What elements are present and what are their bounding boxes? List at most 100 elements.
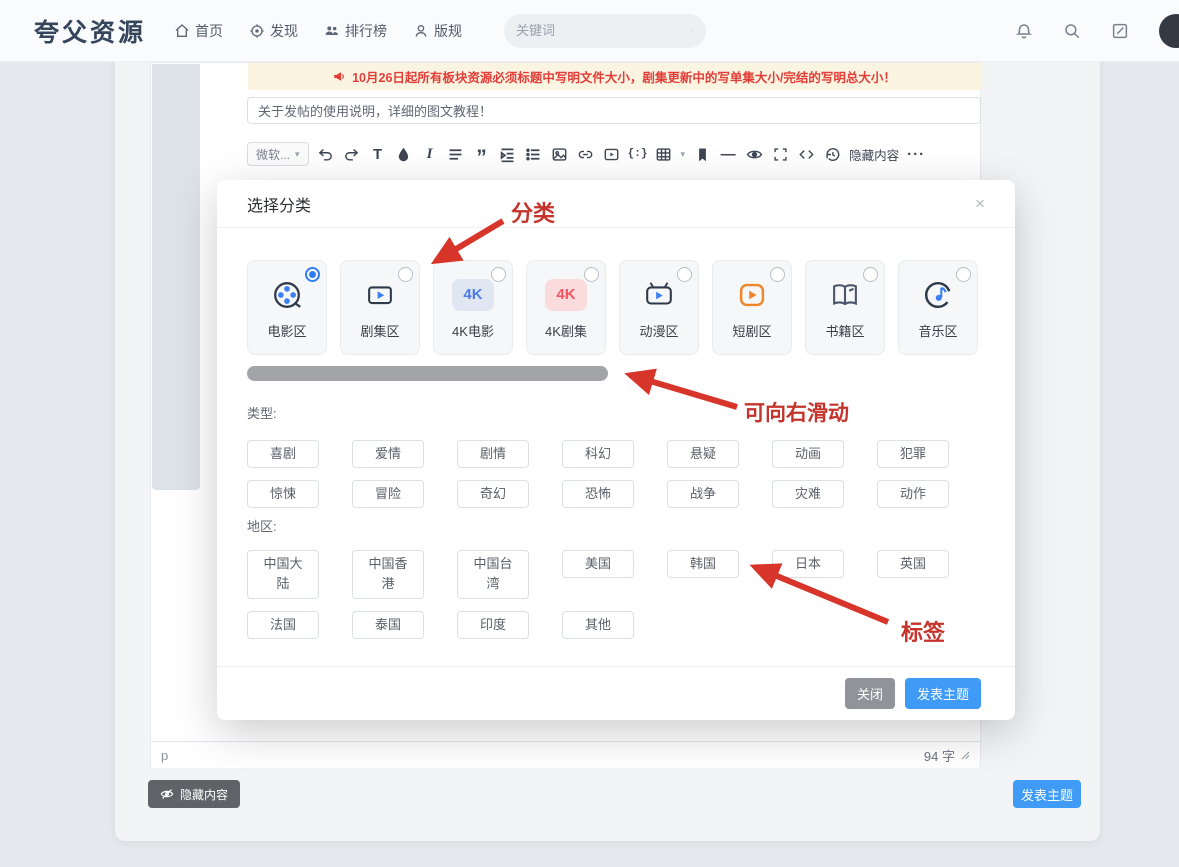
undo-icon[interactable] <box>317 145 335 163</box>
table-icon[interactable] <box>655 145 673 163</box>
italic-icon[interactable]: I <box>421 145 439 163</box>
category-card-books[interactable]: 书籍区 <box>805 260 885 355</box>
quote-icon[interactable]: ” <box>473 145 491 163</box>
modal-footer: 关闭 发表主题 <box>217 666 1015 720</box>
editor-side-placeholder <box>152 64 200 490</box>
type-tag[interactable]: 动作 <box>877 480 949 508</box>
radio-unselected[interactable] <box>956 267 971 282</box>
category-card-short-drama[interactable]: 短剧区 <box>712 260 792 355</box>
publish-topic-button-bottom[interactable]: 发表主题 <box>1013 780 1081 808</box>
code-view-icon[interactable] <box>797 145 815 163</box>
nav-item-rules[interactable]: 版规 <box>413 21 462 41</box>
horizontal-rule-icon[interactable]: — <box>719 145 737 163</box>
fullscreen-icon[interactable] <box>771 145 789 163</box>
discover-icon <box>249 23 265 39</box>
type-tag[interactable]: 悬疑 <box>667 440 739 468</box>
radio-unselected[interactable] <box>491 267 506 282</box>
search-icon[interactable] <box>1063 22 1081 40</box>
hidden-content-button[interactable]: 隐藏内容 <box>849 145 899 164</box>
category-label: 4K电影 <box>452 321 494 340</box>
search-input[interactable] <box>516 23 692 38</box>
element-path: p <box>161 748 168 763</box>
chevron-down-icon[interactable]: ▾ <box>681 149 686 160</box>
category-card-4k-series[interactable]: 4K 4K剧集 <box>526 260 606 355</box>
radio-unselected[interactable] <box>677 267 692 282</box>
type-tag[interactable]: 喜剧 <box>247 440 319 468</box>
publish-topic-button[interactable]: 发表主题 <box>905 678 981 709</box>
site-logo[interactable]: 夸父资源 <box>34 13 146 49</box>
nav-item-label: 版规 <box>434 21 462 41</box>
type-tag[interactable]: 奇幻 <box>457 480 529 508</box>
type-tag[interactable]: 科幻 <box>562 440 634 468</box>
region-tag[interactable]: 中国台湾 <box>457 550 529 598</box>
type-tag[interactable]: 动画 <box>772 440 844 468</box>
notice-text: 10月26日起所有板块资源必须标题中写明文件大小，剧集更新中的写单集大小/完结的… <box>352 67 896 86</box>
category-card-series[interactable]: 剧集区 <box>340 260 420 355</box>
bell-icon[interactable] <box>1015 22 1033 40</box>
avatar[interactable] <box>1159 14 1179 48</box>
4k-pink-badge: 4K <box>545 279 587 311</box>
post-title-input[interactable] <box>247 97 981 124</box>
inline-code-icon[interactable]: {:} <box>629 145 647 163</box>
region-tag[interactable]: 其他 <box>562 611 634 639</box>
resize-handle[interactable] <box>961 751 970 760</box>
font-family-value: 微软... <box>256 146 290 163</box>
region-tag[interactable]: 泰国 <box>352 611 424 639</box>
radio-unselected[interactable] <box>584 267 599 282</box>
region-tag[interactable]: 中国香港 <box>352 550 424 598</box>
nav-item-ranking[interactable]: 排行榜 <box>324 21 387 41</box>
page: 夸父资源 首页 发现 排行榜 版规 <box>0 0 1179 867</box>
category-card-4k-movie[interactable]: 4K 4K电影 <box>433 260 513 355</box>
type-section-label: 类型: <box>247 403 985 422</box>
editor-toolbar: 微软... ▾ T I ” {:} ▾ — 隐藏内容 ··· <box>247 139 981 169</box>
bookmark-icon[interactable] <box>693 145 711 163</box>
indent-icon[interactable] <box>499 145 517 163</box>
category-card-anime[interactable]: 动漫区 <box>619 260 699 355</box>
search-icon[interactable] <box>692 23 694 38</box>
preview-eye-icon[interactable] <box>745 145 763 163</box>
hidden-content-button-bottom[interactable]: 隐藏内容 <box>148 780 240 808</box>
type-tag[interactable]: 冒险 <box>352 480 424 508</box>
region-tag[interactable]: 英国 <box>877 550 949 578</box>
nav-item-discover[interactable]: 发现 <box>249 21 298 41</box>
region-tag[interactable]: 中国大陆 <box>247 550 319 598</box>
close-button[interactable]: 关闭 <box>845 678 895 709</box>
image-icon[interactable] <box>551 145 569 163</box>
radio-unselected[interactable] <box>770 267 785 282</box>
more-icon[interactable]: ··· <box>907 145 925 163</box>
font-family-select[interactable]: 微软... ▾ <box>247 142 309 166</box>
megaphone-icon <box>333 70 346 83</box>
type-tag[interactable]: 爱情 <box>352 440 424 468</box>
region-tag[interactable]: 印度 <box>457 611 529 639</box>
nav-item-label: 发现 <box>270 21 298 41</box>
type-tag[interactable]: 战争 <box>667 480 739 508</box>
text-format-icon[interactable]: T <box>369 145 387 163</box>
region-tag[interactable]: 美国 <box>562 550 634 578</box>
list-icon[interactable] <box>525 145 543 163</box>
nav-item-home[interactable]: 首页 <box>174 21 223 41</box>
region-tag[interactable]: 日本 <box>772 550 844 578</box>
link-icon[interactable] <box>577 145 595 163</box>
region-tag[interactable]: 韩国 <box>667 550 739 578</box>
horizontal-scrollbar-thumb[interactable] <box>247 366 608 381</box>
color-drop-icon[interactable] <box>395 145 413 163</box>
type-tag[interactable]: 剧情 <box>457 440 529 468</box>
region-tag[interactable]: 法国 <box>247 611 319 639</box>
close-icon[interactable]: × <box>975 195 985 212</box>
radio-unselected[interactable] <box>398 267 413 282</box>
radio-selected[interactable] <box>305 267 320 282</box>
align-icon[interactable] <box>447 145 465 163</box>
radio-unselected[interactable] <box>863 267 878 282</box>
category-card-music[interactable]: 音乐区 <box>898 260 978 355</box>
type-tags-row2: 惊悚 冒险 奇幻 恐怖 战争 灾难 动作 <box>247 480 985 508</box>
category-card-movie[interactable]: 电影区 <box>247 260 327 355</box>
type-tag[interactable]: 恐怖 <box>562 480 634 508</box>
type-tag[interactable]: 犯罪 <box>877 440 949 468</box>
compose-icon[interactable] <box>1111 22 1129 40</box>
region-tags-row1: 中国大陆 中国香港 中国台湾 美国 韩国 日本 英国 <box>247 550 985 598</box>
redo-icon[interactable] <box>343 145 361 163</box>
video-icon[interactable] <box>603 145 621 163</box>
history-icon[interactable] <box>823 145 841 163</box>
type-tag[interactable]: 灾难 <box>772 480 844 508</box>
type-tag[interactable]: 惊悚 <box>247 480 319 508</box>
